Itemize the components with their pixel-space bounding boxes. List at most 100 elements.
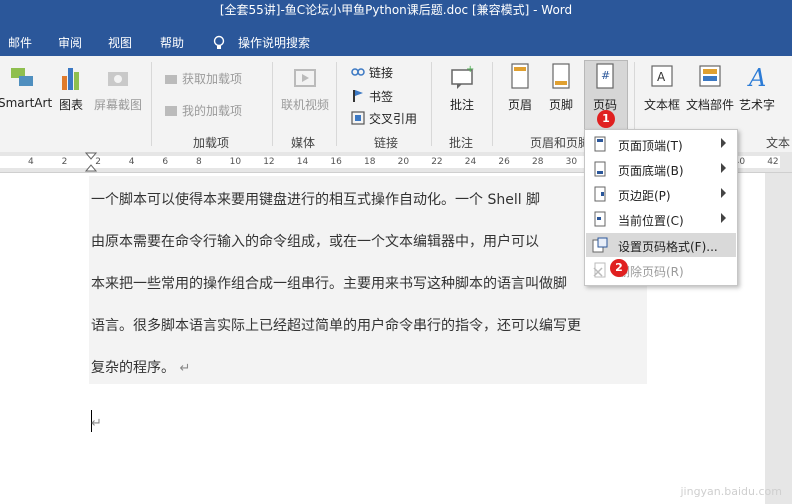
paragraph-mark: ↵ — [179, 361, 191, 376]
tab-help[interactable]: 帮助 — [160, 34, 184, 51]
ruler-number: 24 — [464, 157, 477, 167]
group-label-addins: 加载项 — [193, 136, 230, 150]
separator — [492, 62, 493, 146]
menu-item-top-of-page[interactable]: 页面顶端(T) — [586, 132, 736, 156]
camera-icon — [108, 72, 128, 86]
ruler-number: 10 — [229, 157, 242, 167]
tell-me-search[interactable]: 操作说明搜索 — [238, 34, 310, 51]
group-label-header-footer: 页眉和页脚 — [530, 136, 591, 150]
quick-parts-icon — [699, 65, 721, 87]
textbox-icon: A — [651, 65, 673, 87]
ruler-number: 4 — [28, 157, 34, 167]
vertical-scroll-area[interactable] — [765, 173, 792, 504]
text-line: 复杂的程序。 ↵ — [91, 360, 191, 376]
tab-mailings[interactable]: 邮件 — [8, 34, 32, 51]
cross-reference-button[interactable]: 交叉引用 — [351, 110, 417, 127]
separator — [336, 62, 337, 146]
indent-marker-icon[interactable] — [85, 152, 97, 172]
ruler-number: 42 — [767, 157, 779, 167]
ruler-number: 2 — [61, 157, 68, 167]
tab-review[interactable]: 审阅 — [58, 34, 82, 51]
smartart-button[interactable]: SmartArt — [0, 62, 52, 110]
ruler-number: 26 — [498, 157, 510, 167]
menu-item-format-page-numbers[interactable]: 设置页码格式(F)... — [586, 233, 736, 257]
ruler-number: 22 — [431, 157, 443, 167]
header-button[interactable]: 页眉 — [503, 62, 537, 113]
bookmark-icon — [353, 90, 363, 102]
link-icon — [351, 68, 365, 76]
svg-text:#: # — [601, 69, 610, 82]
quick-parts-button[interactable]: 文档部件 — [684, 62, 736, 113]
text-line: 一个脚本可以使得本来要用键盘进行的相互式操作自动化。一个 Shell 脚 — [91, 192, 541, 208]
document-paragraph[interactable]: 一个脚本可以使得本来要用键盘进行的相互式操作自动化。一个 Shell 脚 由原本… — [89, 176, 647, 384]
my-addins-button[interactable]: 我的加载项 — [164, 102, 242, 119]
step-badge-2: 2 — [610, 259, 628, 277]
svg-text:A: A — [657, 70, 666, 84]
chart-button[interactable]: 图表 — [54, 62, 88, 113]
menu-item-bottom-of-page[interactable]: 页面底端(B) — [586, 157, 736, 181]
ruler-number: 14 — [296, 157, 309, 167]
ruler-number: 18 — [364, 157, 376, 167]
group-label-comments: 批注 — [449, 136, 474, 150]
ruler-number: 20 — [397, 157, 410, 167]
ruler-number: 28 — [532, 157, 544, 167]
separator — [431, 62, 432, 146]
textbox-button[interactable]: A 文本框 — [641, 62, 683, 113]
svg-text:A: A — [747, 64, 766, 92]
tab-view[interactable]: 视图 — [108, 34, 132, 51]
step-badge-1: 1 — [597, 110, 615, 128]
paragraph-mark: ↵ — [91, 416, 102, 431]
cross-reference-icon — [351, 111, 365, 125]
puzzle-icon — [165, 106, 177, 116]
chart-icon — [62, 68, 79, 90]
online-video-button[interactable]: 联机视频 — [280, 62, 330, 113]
window-title: [全套55讲]-鱼C论坛小甲鱼Python课后题.doc [兼容模式] - Wo… — [219, 3, 573, 17]
submenu-arrow-icon — [721, 163, 726, 173]
watermark-text: jingyan.baidu.com — [680, 485, 782, 498]
wordart-button[interactable]: A 艺术字 — [738, 62, 776, 113]
wordart-icon: A — [747, 64, 766, 92]
lightbulb-icon — [213, 35, 225, 49]
top-of-page-icon — [594, 136, 606, 152]
ruler-number: 30 — [565, 157, 578, 167]
menu-item-page-margins[interactable]: 页边距(P) — [586, 182, 736, 206]
text-line: 本来把一些常用的操作组合成一组串行。主要用来书写这种脚本的语言叫做脚 — [91, 276, 567, 292]
ruler-number: 6 — [162, 157, 169, 167]
page-number-icon: # — [596, 63, 614, 89]
bottom-of-page-icon — [594, 161, 606, 177]
group-label-text: 文本 — [766, 136, 791, 150]
separator — [272, 62, 273, 146]
comment-button[interactable]: + 批注 — [442, 62, 482, 113]
separator — [151, 62, 152, 146]
menu-bar: 邮件 审阅 视图 帮助 操作说明搜索 — [0, 30, 792, 56]
svg-text:+: + — [466, 64, 474, 75]
text-line: 语言。很多脚本语言实际上已经超过简单的用户命令串行的指令，还可以编写更 — [91, 318, 581, 334]
comment-icon: + — [451, 64, 474, 89]
ruler-number: 8 — [196, 157, 202, 167]
group-label-media: 媒体 — [291, 136, 316, 150]
format-page-numbers-icon — [592, 237, 608, 253]
video-icon — [294, 69, 316, 87]
footer-button[interactable]: 页脚 — [544, 62, 578, 113]
page-number-button[interactable]: # 页码 — [586, 62, 624, 113]
screenshot-button[interactable]: 屏幕截图 — [92, 62, 144, 113]
page-margins-icon — [594, 186, 606, 202]
header-icon — [511, 63, 529, 89]
submenu-arrow-icon — [721, 188, 726, 198]
ruler-number: 4 — [128, 157, 135, 167]
menu-item-remove-page-numbers[interactable]: 删除页码(R) — [586, 258, 736, 282]
footer-icon — [552, 63, 570, 89]
submenu-arrow-icon — [721, 213, 726, 223]
text-line: 由原本需要在命令行输入的命令组成，或在一个文本编辑器中，用户可以 — [91, 234, 539, 250]
smartart-icon — [11, 68, 33, 86]
ruler-number: 12 — [263, 157, 275, 167]
menu-item-current-position[interactable]: 当前位置(C) — [586, 207, 736, 231]
ruler-number: 16 — [330, 157, 342, 167]
page-number-dropdown: 页面顶端(T) 页面底端(B) 页边距(P) 当前位置(C) 设置页码格式(F)… — [584, 129, 738, 286]
bookmark-button[interactable]: 书签 — [351, 88, 393, 105]
get-addins-button[interactable]: 获取加载项 — [164, 70, 242, 87]
store-icon — [165, 75, 177, 84]
group-label-links: 链接 — [374, 136, 399, 150]
link-button[interactable]: 链接 — [351, 64, 393, 81]
remove-page-numbers-icon — [593, 262, 606, 278]
